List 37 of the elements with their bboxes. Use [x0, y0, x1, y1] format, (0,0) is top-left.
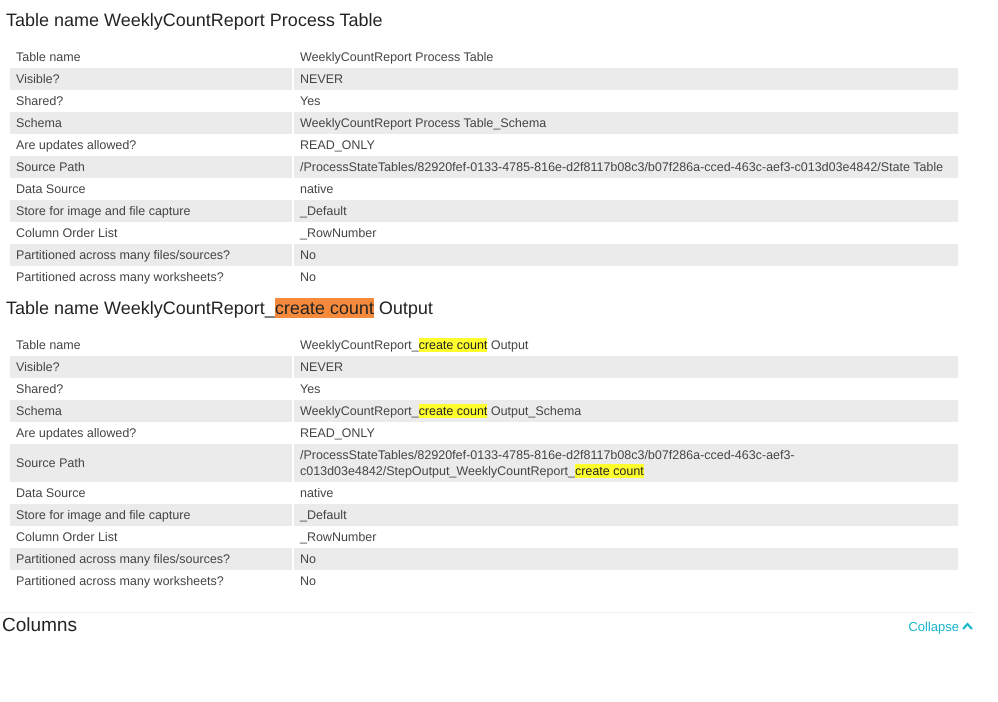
property-value: _RowNumber — [298, 225, 378, 242]
property-value: native — [299, 485, 334, 502]
property-label: Visible? — [10, 68, 294, 90]
property-value: No — [299, 269, 317, 286]
property-label: Partitioned across many worksheets? — [10, 570, 294, 592]
property-label: Partitioned across many worksheets? — [10, 266, 294, 288]
property-label: Source Path — [10, 156, 294, 178]
property-value: WeeklyCountReport Process Table_Schema — [294, 112, 958, 134]
property-value: READ_ONLY — [299, 137, 376, 154]
property-value: No — [299, 573, 317, 590]
property-label: Partitioned across many files/sources? — [10, 548, 294, 570]
property-value: _Default — [294, 504, 958, 526]
property-label: Visible? — [10, 356, 294, 378]
property-value: Yes — [299, 381, 322, 398]
property-label: Store for image and file capture — [10, 200, 294, 222]
property-label: Source Path — [10, 444, 294, 482]
property-value: NEVER — [294, 68, 958, 90]
property-label: Partitioned across many files/sources? — [10, 244, 294, 266]
property-label: Schema — [10, 112, 294, 134]
property-label: Schema — [10, 400, 294, 422]
table-heading: Table name WeeklyCountReport Process Table — [6, 9, 384, 32]
table-heading: Table name WeeklyCountReport_create count Output — [6, 297, 434, 320]
property-value: No — [294, 244, 958, 266]
property-label: Store for image and file capture — [10, 504, 294, 526]
property-value: Yes — [299, 93, 322, 110]
property-value: /ProcessStateTables/82920fef-0133-4785-816e-d2f8117b08c3/b07f286a-cced-463c-aef3-c013d03e4842/StepOutput_WeeklyCountReport_create count — [294, 444, 958, 482]
collapse-link[interactable]: Collapse — [908, 618, 973, 634]
section-heading: Columns — [2, 615, 77, 637]
property-value: _RowNumber — [298, 529, 378, 546]
property-value: No — [294, 548, 958, 570]
chevron-up-icon — [962, 622, 973, 630]
property-value: WeeklyCountReport Process Table — [299, 49, 494, 66]
property-value: NEVER — [294, 356, 958, 378]
property-value: _Default — [294, 200, 958, 222]
property-value: READ_ONLY — [299, 425, 376, 442]
property-value: native — [299, 181, 334, 198]
property-value: /ProcessStateTables/82920fef-0133-4785-816e-d2f8117b08c3/b07f286a-cced-463c-aef3-c013d03e4842/State Table — [294, 156, 958, 178]
